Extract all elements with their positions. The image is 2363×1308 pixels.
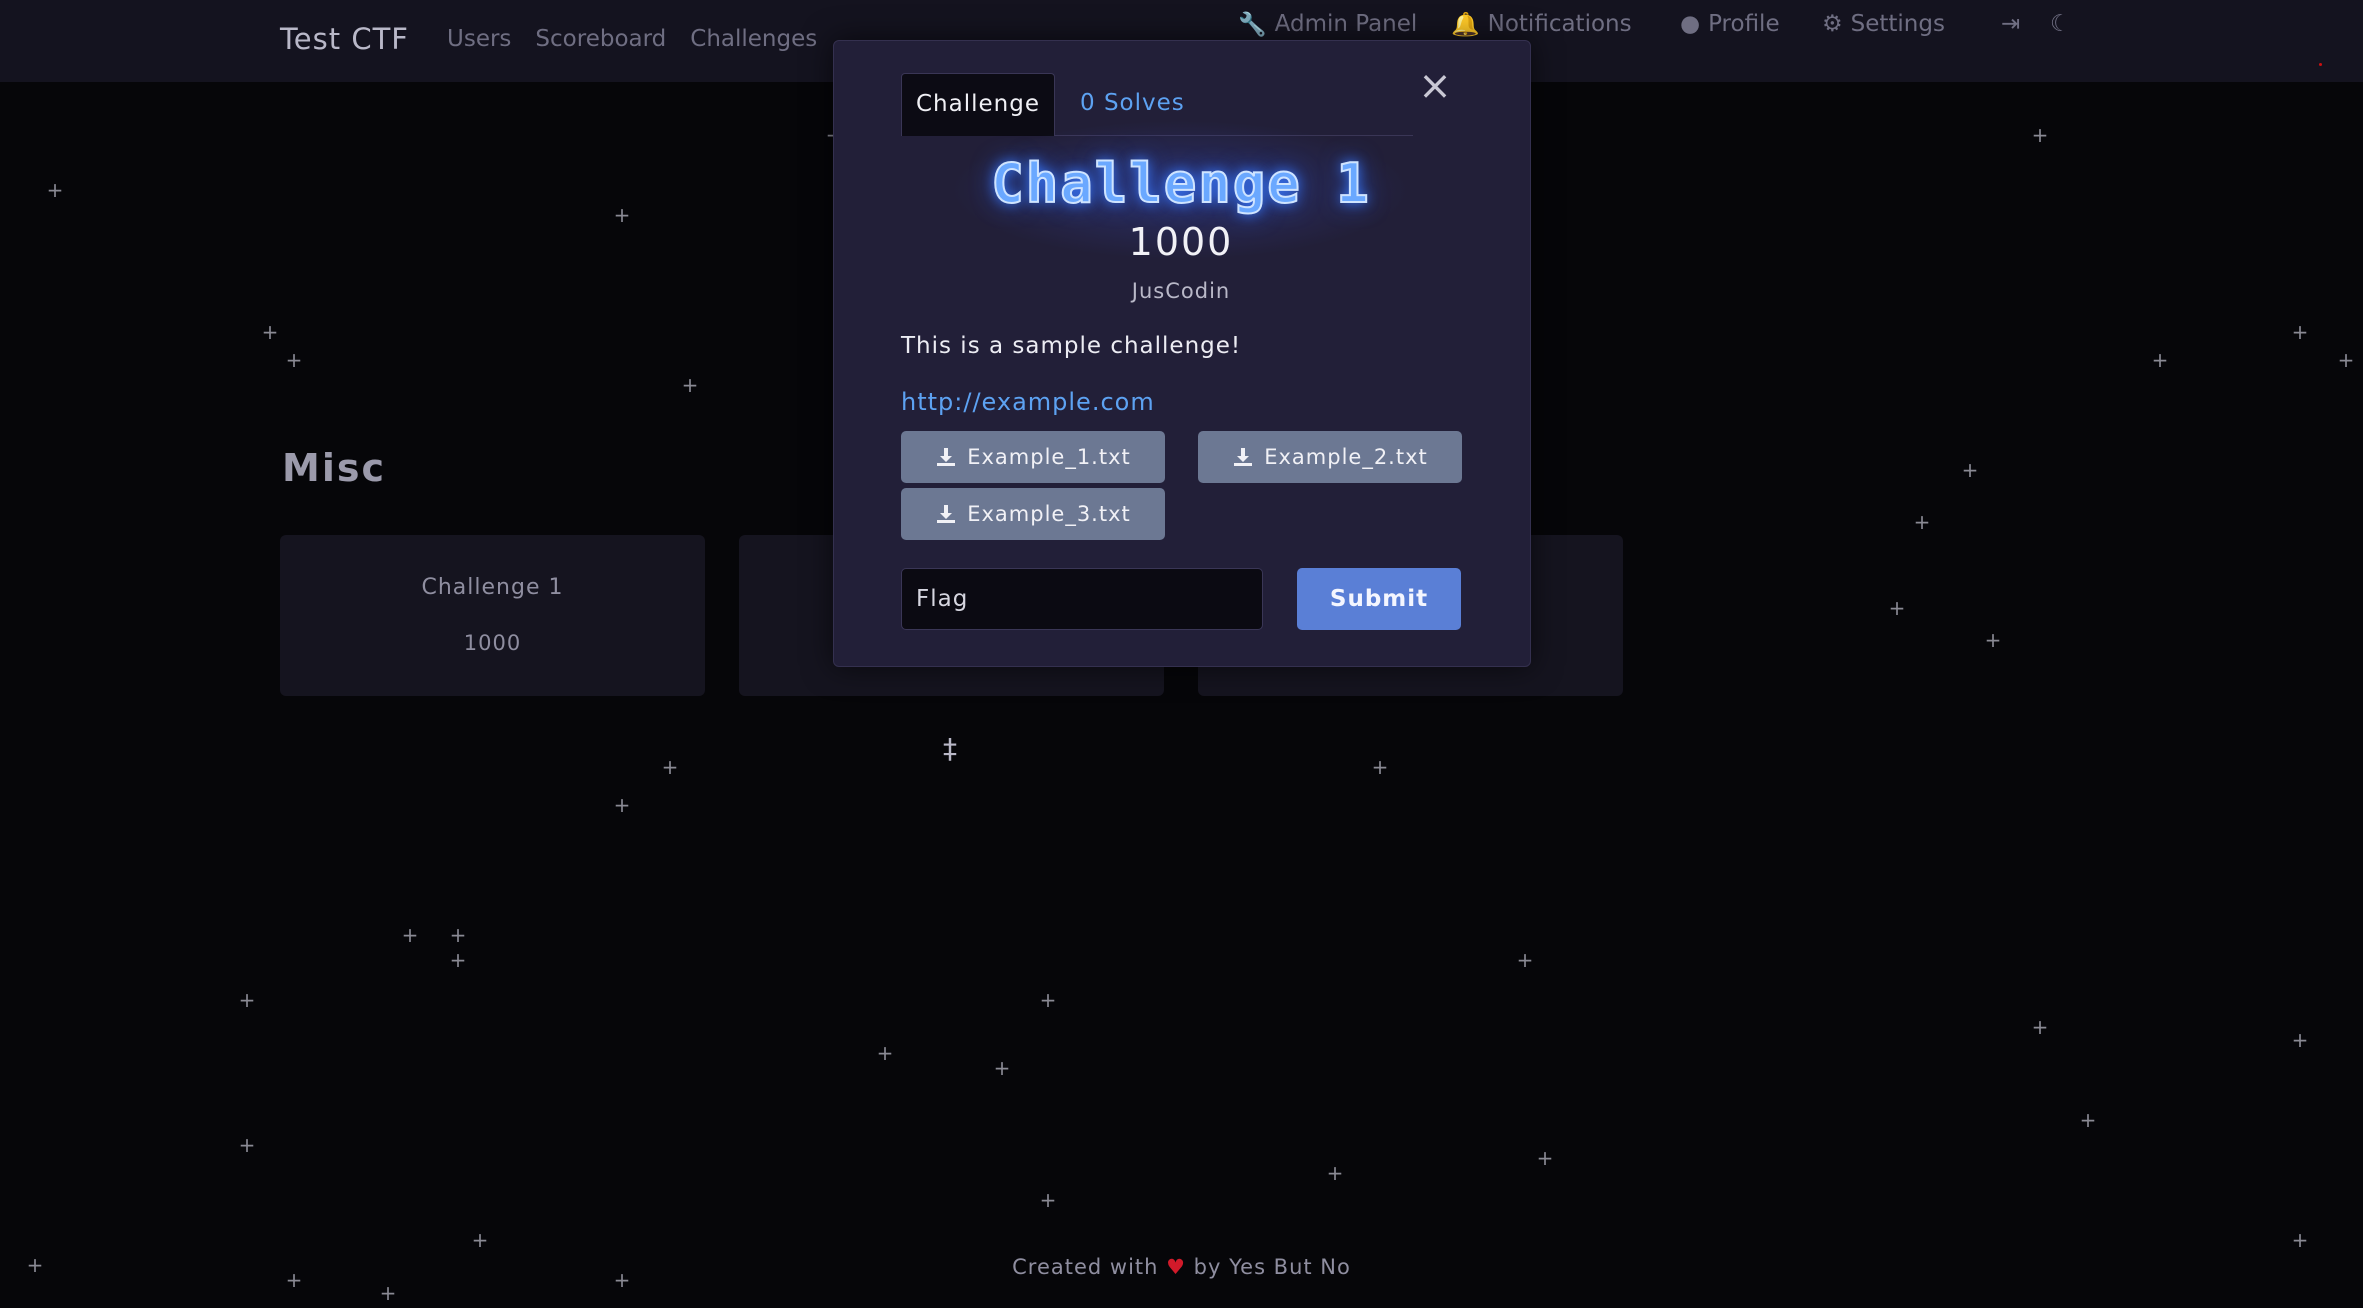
nav-users[interactable]: Users — [447, 26, 511, 52]
moon-icon[interactable]: ☾ — [2050, 11, 2071, 37]
file-name: Example_2.txt — [1264, 445, 1428, 469]
heart-icon: ♥ — [1166, 1255, 1186, 1279]
download-icon — [1232, 446, 1254, 468]
star-mark: + — [261, 320, 279, 344]
close-icon[interactable]: × — [1415, 66, 1455, 106]
star-mark: + — [613, 793, 631, 817]
file-name: Example_1.txt — [967, 445, 1131, 469]
challenge-title: Challenge 1 — [990, 151, 1371, 216]
star-mark: + — [1371, 755, 1389, 779]
star-mark: + — [238, 1133, 256, 1157]
nav-profile-label: Profile — [1708, 11, 1780, 37]
challenge-card-name: Challenge 1 — [421, 575, 564, 600]
red-dot — [2319, 63, 2322, 66]
star-mark: + — [285, 348, 303, 372]
category-title: Misc — [282, 446, 386, 490]
brand-link[interactable]: Test CTF — [280, 22, 409, 56]
star-mark: + — [1961, 458, 1979, 482]
file-download-button[interactable]: Example_3.txt — [901, 488, 1165, 540]
text-cursor-icon: ‡ — [943, 732, 957, 765]
footer-suffix: by Yes But No — [1193, 1255, 1351, 1279]
submit-button[interactable]: Submit — [1297, 568, 1461, 630]
nav-challenges[interactable]: Challenges — [690, 26, 817, 52]
star-mark: + — [1888, 596, 1906, 620]
star-mark: + — [2079, 1108, 2097, 1132]
star-mark: + — [613, 203, 631, 227]
nav-settings-label: Settings — [1850, 11, 1945, 37]
file-download-button[interactable]: Example_1.txt — [901, 431, 1165, 483]
star-mark: + — [2151, 348, 2169, 372]
nav-notifications[interactable]: 🔔 Notifications — [1451, 11, 1632, 38]
gears-icon: ⚙ — [1822, 11, 1843, 37]
star-mark: + — [1039, 988, 1057, 1012]
file-name: Example_3.txt — [967, 502, 1131, 526]
challenge-description: This is a sample challenge! — [901, 333, 1242, 359]
nav-settings[interactable]: ⚙ Settings — [1822, 11, 1945, 37]
challenge-author: JusCodin — [1131, 279, 1231, 303]
star-mark: + — [2291, 1228, 2309, 1252]
challenge-link[interactable]: http://example.com — [901, 388, 1155, 416]
download-icon — [935, 503, 957, 525]
star-mark: + — [1984, 628, 2002, 652]
star-mark: + — [1039, 1188, 1057, 1212]
nav-admin-label: Admin Panel — [1274, 11, 1418, 37]
challenge-value: 1000 — [1128, 220, 1234, 264]
bell-icon: 🔔 — [1451, 11, 1480, 38]
wrench-icon: 🔧 — [1238, 11, 1267, 38]
nav-admin-panel[interactable]: 🔧 Admin Panel — [1238, 11, 1417, 38]
star-mark: + — [449, 948, 467, 972]
footer-prefix: Created with — [1012, 1255, 1159, 1279]
user-circle-icon: ● — [1680, 11, 1701, 37]
star-mark: + — [2031, 1015, 2049, 1039]
star-mark: + — [681, 373, 699, 397]
star-mark: + — [2031, 123, 2049, 147]
logout-icon[interactable]: ⇥ — [2001, 11, 2020, 37]
star-mark: + — [993, 1056, 1011, 1080]
star-mark: + — [449, 923, 467, 947]
star-mark: + — [471, 1228, 489, 1252]
footer: Created with ♥ by Yes But No — [0, 1255, 2363, 1279]
file-download-button[interactable]: Example_2.txt — [1198, 431, 1462, 483]
star-mark: + — [1516, 948, 1534, 972]
star-mark: + — [876, 1041, 894, 1065]
nav-profile[interactable]: ● Profile — [1680, 11, 1780, 37]
nav-left: Users Scoreboard Challenges — [447, 26, 817, 52]
star-mark: + — [46, 178, 64, 202]
star-mark: + — [1536, 1146, 1554, 1170]
star-mark: + — [2291, 320, 2309, 344]
challenge-card-value: 1000 — [463, 631, 522, 655]
download-icon — [935, 446, 957, 468]
flag-input[interactable] — [901, 568, 1263, 630]
star-mark: + — [2291, 1028, 2309, 1052]
star-mark: + — [238, 988, 256, 1012]
nav-notifications-label: Notifications — [1487, 11, 1632, 37]
star-mark: + — [401, 923, 419, 947]
star-mark: + — [379, 1281, 397, 1305]
star-mark: + — [1913, 510, 1931, 534]
star-mark: + — [2337, 348, 2355, 372]
challenge-card[interactable]: Challenge 1 1000 — [280, 535, 705, 696]
star-mark: + — [661, 755, 679, 779]
nav-scoreboard[interactable]: Scoreboard — [535, 26, 666, 52]
star-mark: + — [1326, 1161, 1344, 1185]
